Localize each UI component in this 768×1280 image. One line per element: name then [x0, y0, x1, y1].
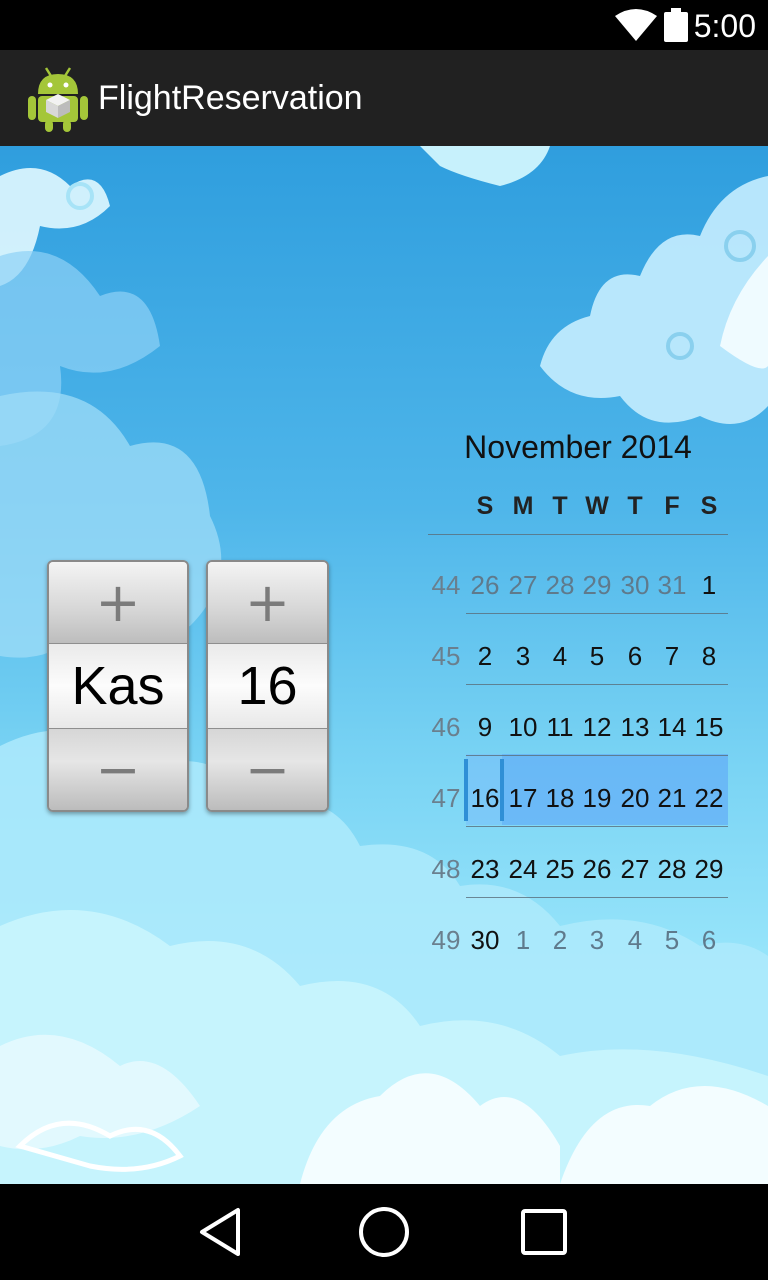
week-number: 48: [431, 854, 461, 884]
calendar-day[interactable]: 1: [690, 570, 728, 601]
calendar-day[interactable]: 28: [541, 570, 579, 601]
calendar-day[interactable]: 2: [466, 641, 504, 672]
weekday-header: F: [664, 492, 680, 520]
calendar-divider: [466, 897, 728, 898]
calendar-day[interactable]: 20: [616, 783, 654, 814]
plus-icon: +: [95, 570, 141, 634]
week-number: 45: [431, 641, 461, 671]
minus-icon: −: [95, 737, 141, 801]
calendar-day[interactable]: 26: [578, 854, 616, 885]
calendar-day[interactable]: 5: [653, 925, 691, 956]
app-title: FlightReservation: [98, 79, 363, 117]
weekday-header: W: [585, 492, 609, 520]
calendar-divider: [466, 613, 728, 614]
calendar-day[interactable]: 28: [653, 854, 691, 885]
calendar-divider: [466, 826, 728, 827]
calendar-day[interactable]: 14: [653, 712, 691, 743]
calendar-day[interactable]: 16: [466, 783, 504, 814]
status-bar: 5:00: [0, 0, 768, 50]
weekday-header: T: [552, 492, 568, 520]
recents-icon[interactable]: [514, 1202, 574, 1262]
month-picker[interactable]: + Kas −: [47, 560, 189, 812]
android-app-icon: [28, 67, 88, 132]
minus-icon: −: [244, 737, 291, 801]
calendar-divider: [428, 534, 728, 535]
calendar-day[interactable]: 30: [616, 570, 654, 601]
calendar-day[interactable]: 9: [466, 712, 504, 743]
day-value[interactable]: 16: [208, 644, 327, 728]
content-area: + Kas − + 16 − November 2014 S M T W T F S 44 26…: [0, 146, 768, 1184]
calendar-day[interactable]: 27: [616, 854, 654, 885]
calendar-day[interactable]: 18: [541, 783, 579, 814]
week-number: 44: [431, 570, 461, 600]
weekday-header: T: [627, 492, 643, 520]
day-decrement-button[interactable]: −: [208, 728, 327, 810]
calendar-day[interactable]: 7: [653, 641, 691, 672]
calendar-day[interactable]: 5: [578, 641, 616, 672]
week-number: 49: [431, 925, 461, 955]
day-increment-button[interactable]: +: [208, 562, 327, 644]
week-number: 47: [431, 783, 461, 813]
back-icon[interactable]: [194, 1202, 254, 1262]
action-bar: FlightReservation: [0, 50, 768, 146]
calendar-day[interactable]: 30: [466, 925, 504, 956]
month-increment-button[interactable]: +: [49, 562, 187, 644]
calendar-day[interactable]: 27: [504, 570, 542, 601]
month-value[interactable]: Kas: [49, 644, 187, 728]
calendar-day[interactable]: 13: [616, 712, 654, 743]
calendar-day[interactable]: 19: [578, 783, 616, 814]
weekday-header: S: [476, 492, 494, 520]
calendar-day[interactable]: 3: [504, 641, 542, 672]
calendar-day[interactable]: 15: [690, 712, 728, 743]
weekday-header: M: [512, 492, 534, 520]
calendar-day[interactable]: 24: [504, 854, 542, 885]
navigation-bar: [0, 1184, 768, 1280]
plus-icon: +: [244, 570, 291, 634]
status-time: 5:00: [693, 8, 756, 44]
calendar-day[interactable]: 23: [466, 854, 504, 885]
calendar-day[interactable]: 1: [504, 925, 542, 956]
month-decrement-button[interactable]: −: [49, 728, 187, 810]
calendar-divider: [466, 684, 728, 685]
day-picker[interactable]: + 16 −: [206, 560, 329, 812]
wifi-icon: [615, 9, 657, 41]
calendar-day[interactable]: 26: [466, 570, 504, 601]
calendar-day[interactable]: 29: [690, 854, 728, 885]
calendar-day[interactable]: 8: [690, 641, 728, 672]
calendar-day[interactable]: 11: [541, 712, 579, 743]
calendar-day[interactable]: 31: [653, 570, 691, 601]
calendar-day[interactable]: 10: [504, 712, 542, 743]
calendar-day[interactable]: 17: [504, 783, 542, 814]
weekday-header: S: [700, 492, 718, 520]
calendar-month-title: November 2014: [464, 429, 692, 465]
week-number: 46: [431, 712, 461, 742]
calendar-day[interactable]: 29: [578, 570, 616, 601]
calendar-day[interactable]: 22: [690, 783, 728, 814]
calendar-day[interactable]: 6: [616, 641, 654, 672]
home-icon[interactable]: [354, 1202, 414, 1262]
calendar-day[interactable]: 21: [653, 783, 691, 814]
calendar-day[interactable]: 3: [578, 925, 616, 956]
battery-icon: [664, 8, 688, 42]
calendar-day[interactable]: 4: [616, 925, 654, 956]
calendar-day[interactable]: 2: [541, 925, 579, 956]
calendar-day[interactable]: 4: [541, 641, 579, 672]
calendar-day[interactable]: 25: [541, 854, 579, 885]
calendar-day[interactable]: 12: [578, 712, 616, 743]
calendar-day[interactable]: 6: [690, 925, 728, 956]
calendar-divider: [466, 755, 728, 756]
